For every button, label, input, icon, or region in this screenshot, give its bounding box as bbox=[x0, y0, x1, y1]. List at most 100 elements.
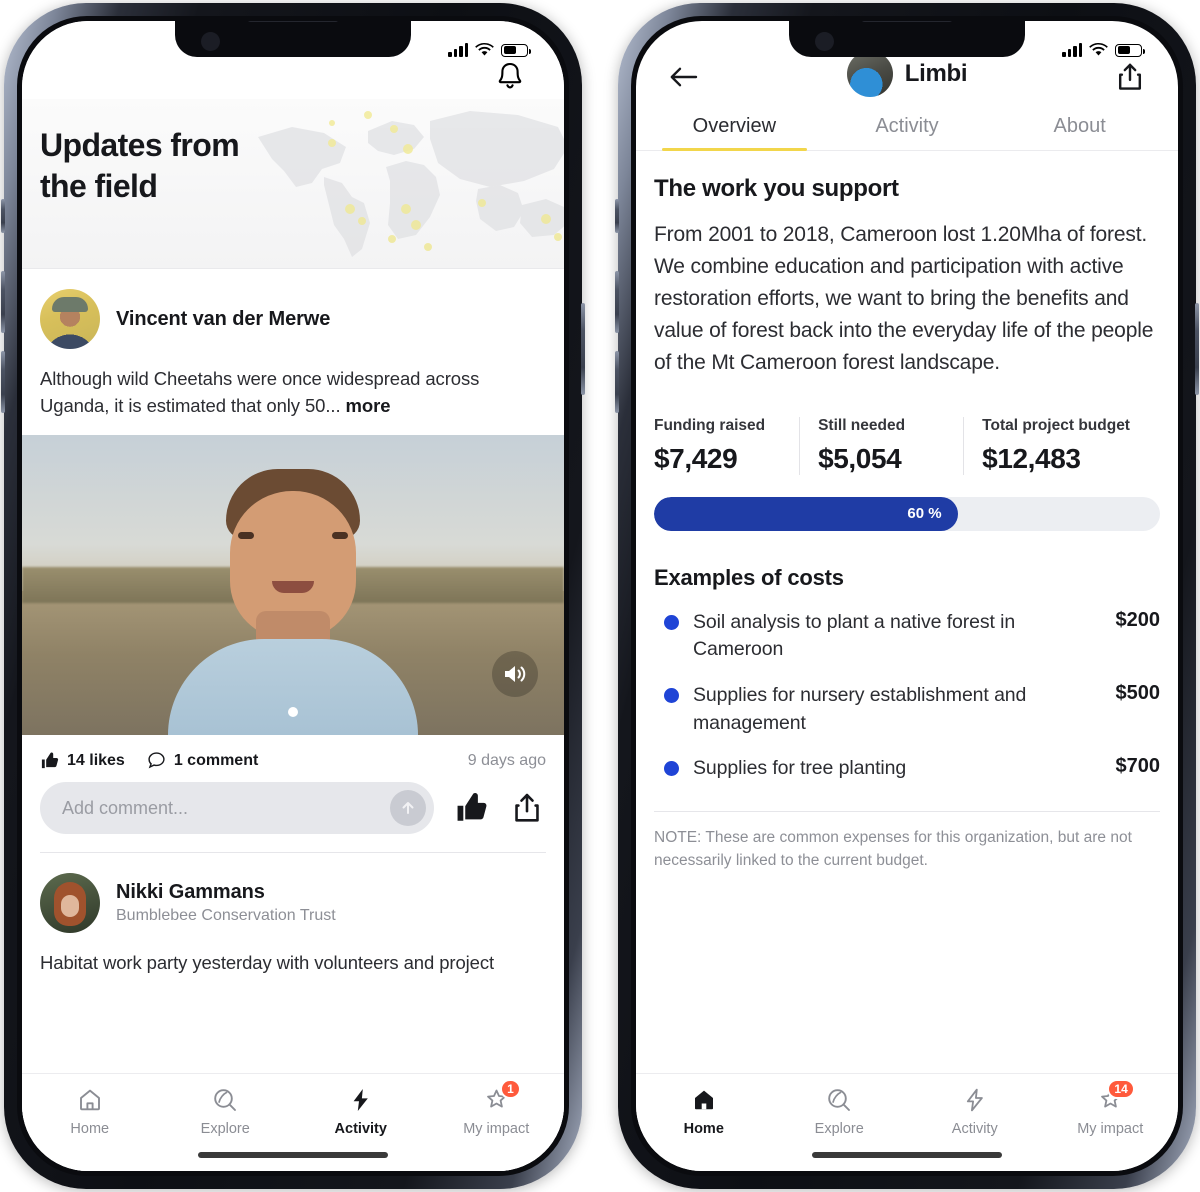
post-header[interactable]: Nikki Gammans Bumblebee Conservation Tru… bbox=[22, 853, 564, 947]
page-title: Updates from the field bbox=[22, 99, 564, 207]
avatar[interactable] bbox=[40, 873, 100, 933]
tab-my-impact[interactable]: 14 My impact bbox=[1043, 1079, 1179, 1137]
comments-count: 1 comment bbox=[173, 751, 259, 769]
share-icon bbox=[1118, 63, 1142, 90]
costs-note: NOTE: These are common expenses for this… bbox=[654, 828, 1132, 870]
tab-label: Explore bbox=[200, 1121, 250, 1137]
back-arrow-icon bbox=[670, 67, 698, 87]
tab-explore[interactable]: Explore bbox=[158, 1086, 294, 1137]
tab-label: Home bbox=[683, 1121, 724, 1137]
stat-label: Still needed bbox=[818, 416, 906, 434]
send-comment-button[interactable] bbox=[390, 790, 426, 826]
stat-total-budget: Total project budget $12,483 bbox=[963, 416, 1160, 475]
tab-badge: 1 bbox=[500, 1079, 521, 1099]
hero-title-line-2: the field bbox=[40, 167, 158, 204]
post-header[interactable]: Vincent van der Merwe bbox=[22, 269, 564, 363]
avatar[interactable] bbox=[40, 289, 100, 349]
front-camera bbox=[815, 32, 834, 51]
cost-amount: $700 bbox=[1115, 755, 1161, 778]
share-button[interactable] bbox=[508, 789, 546, 827]
phone-left-bezel: Updates from the field Vincent van der M… bbox=[17, 16, 569, 1176]
post-media-video[interactable] bbox=[22, 435, 564, 735]
feed-hero: Updates from the field bbox=[22, 99, 564, 269]
star-bookmark-icon: 1 bbox=[483, 1079, 521, 1114]
mute-switch[interactable] bbox=[1, 199, 5, 233]
like-button[interactable] bbox=[452, 789, 490, 827]
tab-label: My impact bbox=[1077, 1121, 1144, 1137]
stat-value: $12,483 bbox=[982, 442, 1081, 474]
media-progress-dot[interactable] bbox=[288, 707, 298, 717]
explore-icon bbox=[212, 1086, 238, 1114]
notch bbox=[789, 21, 1025, 57]
power-button[interactable] bbox=[1195, 303, 1199, 395]
post-metrics: 14 likes 1 comment 9 days ago bbox=[22, 735, 564, 776]
battery-icon bbox=[501, 43, 531, 57]
cost-item: Supplies for nursery establishment and m… bbox=[654, 664, 1160, 737]
cost-amount: $500 bbox=[1115, 681, 1161, 704]
organization-page: Limbi Overview Activity About The work y… bbox=[636, 21, 1178, 1171]
media-eye-left bbox=[238, 532, 254, 539]
stat-still-needed: Still needed $5,054 bbox=[799, 416, 963, 475]
tab-activity[interactable]: Activity bbox=[821, 109, 994, 150]
post-more-link[interactable]: more bbox=[346, 395, 391, 416]
tab-explore[interactable]: Explore bbox=[772, 1086, 908, 1137]
cost-label: Supplies for tree planting bbox=[693, 757, 907, 780]
sound-toggle-button[interactable] bbox=[492, 651, 538, 697]
share-icon bbox=[515, 793, 539, 822]
two-phone-mockup: Updates from the field Vincent van der M… bbox=[0, 0, 1200, 1192]
phone-right: Limbi Overview Activity About The work y… bbox=[615, 3, 1199, 1189]
bullet-icon bbox=[664, 614, 679, 630]
media-subject bbox=[168, 469, 418, 735]
feed-list[interactable]: Vincent van der Merwe Although wild Chee… bbox=[22, 269, 564, 1171]
section-title: The work you support bbox=[654, 175, 899, 202]
volume-down-button[interactable] bbox=[615, 351, 619, 413]
comment-composer bbox=[22, 776, 564, 852]
tab-activity[interactable]: Activity bbox=[293, 1086, 429, 1137]
tab-label: My impact bbox=[463, 1121, 530, 1137]
overview-content[interactable]: The work you support From 2001 to 2018, … bbox=[636, 151, 1178, 1171]
volume-up-button[interactable] bbox=[1, 271, 5, 333]
volume-down-button[interactable] bbox=[1, 351, 5, 413]
progress-fill: 60 % bbox=[654, 496, 958, 531]
comment-bubble-icon bbox=[148, 752, 165, 769]
comment-input-wrap[interactable] bbox=[40, 782, 434, 834]
tab-home[interactable]: Home bbox=[636, 1086, 772, 1137]
mute-switch[interactable] bbox=[615, 199, 619, 233]
earpiece-speaker bbox=[861, 21, 953, 22]
comment-input[interactable] bbox=[62, 797, 390, 819]
tab-about[interactable]: About bbox=[993, 109, 1166, 150]
tab-my-impact[interactable]: 1 My impact bbox=[429, 1079, 565, 1137]
section-paragraph: From 2001 to 2018, Cameroon lost 1.20Mha… bbox=[654, 223, 1154, 374]
home-icon bbox=[77, 1086, 103, 1114]
stat-label: Total project budget bbox=[982, 416, 1130, 434]
post-timestamp: 9 days ago bbox=[467, 751, 546, 769]
stat-funding-raised: Funding raised $7,429 bbox=[654, 417, 799, 475]
home-indicator[interactable] bbox=[198, 1152, 388, 1158]
phone-right-screen: Limbi Overview Activity About The work y… bbox=[636, 21, 1178, 1171]
cost-amount: $200 bbox=[1115, 608, 1161, 631]
power-button[interactable] bbox=[581, 303, 585, 395]
tab-overview[interactable]: Overview bbox=[648, 109, 821, 151]
stat-value: $5,054 bbox=[818, 442, 902, 474]
earpiece-speaker bbox=[247, 21, 339, 22]
media-mouth bbox=[272, 581, 314, 593]
wifi-icon bbox=[475, 43, 494, 57]
tab-home[interactable]: Home bbox=[22, 1086, 158, 1137]
home-indicator[interactable] bbox=[812, 1152, 1002, 1158]
post-body-text: Although wild Cheetahs were once widespr… bbox=[22, 363, 564, 435]
likes-metric[interactable]: 14 likes bbox=[40, 751, 125, 770]
funding-progress-bar: 60 % bbox=[654, 496, 1160, 531]
volume-up-button[interactable] bbox=[615, 271, 619, 333]
tab-label: Activity bbox=[334, 1121, 387, 1137]
explore-icon bbox=[826, 1086, 852, 1114]
media-eye-right bbox=[332, 532, 348, 539]
comments-metric[interactable]: 1 comment bbox=[147, 751, 258, 770]
thumbs-up-icon bbox=[457, 793, 487, 821]
speaker-on-icon bbox=[505, 666, 526, 682]
thumbs-up-icon bbox=[41, 752, 59, 769]
phone-left: Updates from the field Vincent van der M… bbox=[1, 3, 585, 1189]
progress-label: 60 % bbox=[907, 505, 942, 523]
tab-activity[interactable]: Activity bbox=[907, 1086, 1043, 1137]
arrow-up-icon bbox=[402, 802, 414, 814]
bullet-icon bbox=[664, 761, 679, 777]
